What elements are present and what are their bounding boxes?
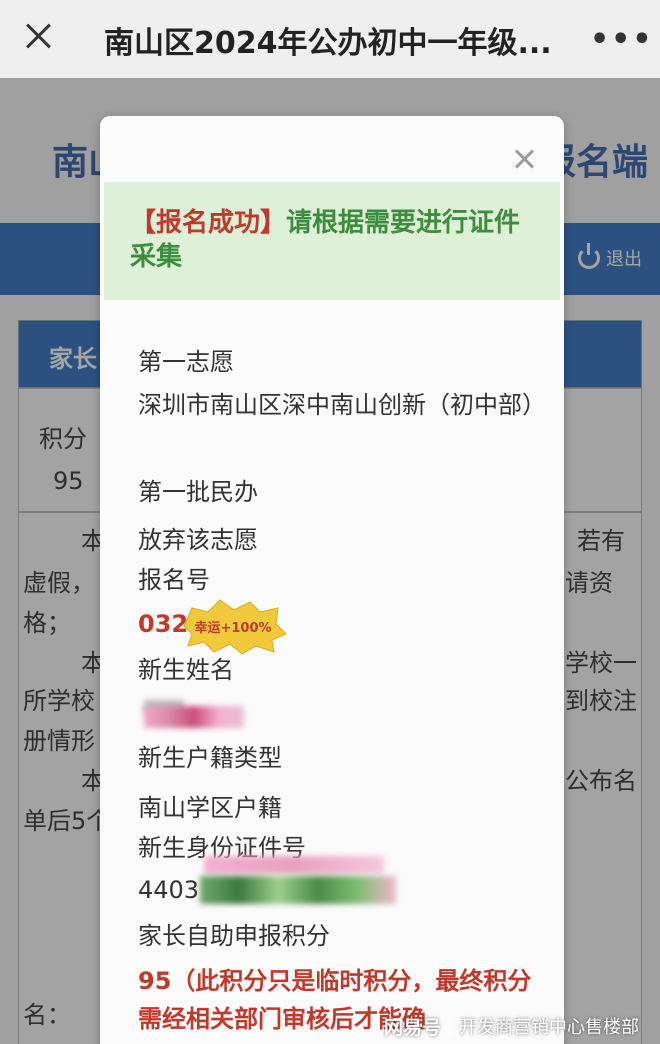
modal-score-value: 95 (138, 967, 172, 995)
close-x-icon[interactable] (18, 16, 58, 56)
success-alert: 【报名成功】请根据需要进行证件采集 (104, 182, 560, 300)
close-icon[interactable] (510, 144, 540, 174)
brand-logo: 网易号 (384, 1016, 442, 1039)
name-label: 新生姓名 (138, 656, 234, 684)
redacted-id (204, 856, 384, 874)
lucky-sticker: 幸运+100% (183, 599, 287, 654)
choice-value: 深圳市南山区深中南山创新（初中部） (138, 391, 546, 419)
author-name: 开发商营销中心售楼部 (459, 1017, 640, 1038)
top-nav-bar: 南山区2024年公办初中一年级... ••• (0, 0, 660, 78)
page-title: 南山区2024年公办初中一年级... (104, 26, 552, 61)
hukou-value: 南山学区户籍 (138, 794, 282, 822)
watermark: 网易号 开发商营销中心售楼部 (384, 1008, 660, 1044)
batch-value: 第一批民办 (138, 478, 258, 506)
id-value: 4403 (138, 876, 200, 904)
sticker-text: 幸运+100% (194, 620, 271, 636)
hukou-label: 新生户籍类型 (138, 744, 282, 772)
choice-label: 第一志愿 (138, 348, 234, 376)
give-up-choice-link[interactable]: 放弃该志愿 (138, 520, 258, 555)
regno-label: 报名号 (138, 566, 210, 594)
redacted-id (200, 876, 396, 904)
registration-success-dialog: 【报名成功】请根据需要进行证件采集 第一志愿 深圳市南山区深中南山创新（初中部）… (100, 116, 564, 1044)
redacted-name (144, 706, 244, 728)
score-label: 家长自助申报积分 (138, 922, 330, 950)
alert-tag: 【报名成功】 (130, 208, 287, 238)
alert-message: 【报名成功】请根据需要进行证件采集 (130, 206, 540, 274)
divider (449, 1016, 452, 1036)
more-dots-icon[interactable]: ••• (590, 22, 654, 57)
